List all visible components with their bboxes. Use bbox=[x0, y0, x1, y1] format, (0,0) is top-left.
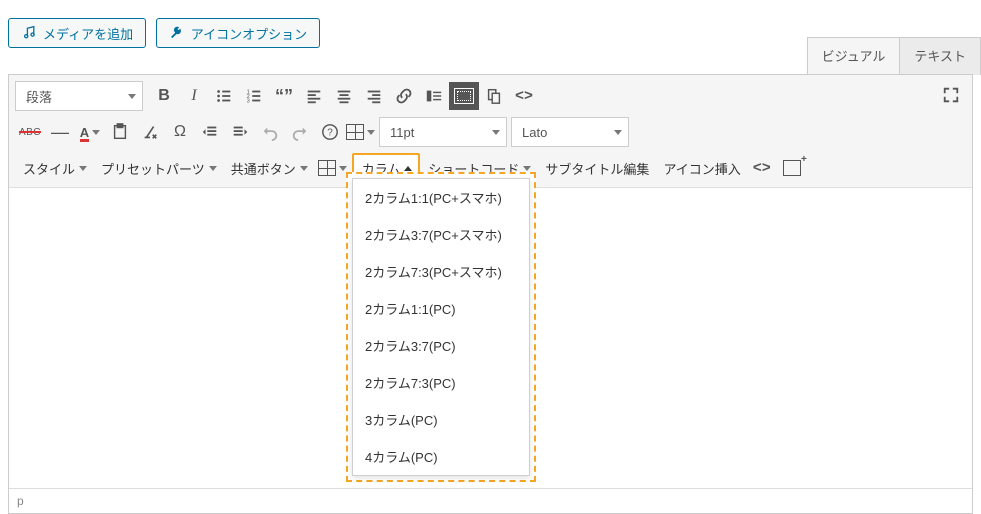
column-menu-item[interactable]: 3カラム(PC) bbox=[353, 401, 529, 438]
clear-format-button[interactable] bbox=[135, 118, 165, 146]
column-menu-item[interactable]: 2カラム7:3(PC+スマホ) bbox=[353, 253, 529, 290]
paste-button[interactable] bbox=[105, 118, 135, 146]
column-dropdown-menu-highlight: 2カラム1:1(PC+スマホ) 2カラム3:7(PC+スマホ) 2カラム7:3(… bbox=[346, 172, 536, 482]
blockquote-button[interactable]: “” bbox=[269, 82, 299, 110]
specialchar-button[interactable]: Ω bbox=[165, 118, 195, 146]
align-right-button[interactable] bbox=[359, 82, 389, 110]
ol-button[interactable]: 123 bbox=[239, 82, 269, 110]
column-menu-item[interactable]: 2カラム3:7(PC+スマホ) bbox=[353, 216, 529, 253]
column-menu-item[interactable]: 2カラム7:3(PC) bbox=[353, 364, 529, 401]
table-insert-button[interactable] bbox=[345, 118, 375, 146]
music-note-icon bbox=[21, 25, 37, 41]
chevron-down-icon bbox=[300, 166, 308, 171]
column-menu-item[interactable]: 2カラム1:1(PC) bbox=[353, 290, 529, 327]
italic-button[interactable]: I bbox=[179, 82, 209, 110]
chevron-up-icon bbox=[404, 166, 412, 171]
chevron-down-icon bbox=[367, 130, 375, 135]
chevron-down-icon bbox=[523, 166, 531, 171]
align-left-button[interactable] bbox=[299, 82, 329, 110]
table-add-button[interactable] bbox=[777, 154, 807, 182]
svg-text:?: ? bbox=[327, 128, 333, 139]
column-dropdown-menu: 2カラム1:1(PC+スマホ) 2カラム3:7(PC+スマホ) 2カラム7:3(… bbox=[352, 178, 530, 476]
code-button[interactable]: <> bbox=[509, 82, 539, 110]
chevron-down-icon bbox=[209, 166, 217, 171]
font-size-select[interactable]: 11pt bbox=[379, 117, 507, 147]
chevron-down-icon bbox=[492, 130, 500, 135]
add-media-button[interactable]: メディアを追加 bbox=[8, 18, 146, 48]
topbar: メディアを追加 アイコンオプション ビジュアル テキスト bbox=[0, 0, 981, 74]
preset-parts-dropdown[interactable]: プリセットパーツ bbox=[93, 154, 223, 182]
style-label: スタイル bbox=[23, 159, 75, 178]
column-menu-item[interactable]: 2カラム3:7(PC) bbox=[353, 327, 529, 364]
column-menu-item[interactable]: 2カラム1:1(PC+スマホ) bbox=[353, 179, 529, 216]
spellcheck-button[interactable]: ABC bbox=[15, 118, 45, 146]
font-size-value: 11pt bbox=[390, 125, 414, 140]
outdent-button[interactable] bbox=[195, 118, 225, 146]
abc-icon: ABC bbox=[19, 127, 41, 138]
link-button[interactable] bbox=[389, 82, 419, 110]
help-button[interactable]: ? bbox=[315, 118, 345, 146]
text-color-icon: A bbox=[80, 125, 89, 140]
common-button-label: 共通ボタン bbox=[231, 159, 296, 178]
subtitle-edit-label: サブタイトル編集 bbox=[545, 159, 649, 178]
paragraph-select-label: 段落 bbox=[26, 87, 52, 106]
editor-tabs: ビジュアル テキスト bbox=[808, 37, 981, 75]
fullscreen-button[interactable] bbox=[936, 81, 966, 109]
font-family-select[interactable]: Lato bbox=[511, 117, 629, 147]
undo-button[interactable] bbox=[255, 118, 285, 146]
chevron-down-icon bbox=[79, 166, 87, 171]
tab-visual[interactable]: ビジュアル bbox=[807, 37, 901, 75]
icon-option-button[interactable]: アイコンオプション bbox=[156, 18, 320, 48]
icon-option-label: アイコンオプション bbox=[191, 24, 307, 43]
page-root: メディアを追加 アイコンオプション ビジュアル テキスト 段落 B I 123 bbox=[0, 0, 981, 506]
align-center-button[interactable] bbox=[329, 82, 359, 110]
icon-insert-label: アイコン挿入 bbox=[663, 159, 740, 178]
code-button-2[interactable]: <> bbox=[747, 154, 777, 182]
svg-text:3: 3 bbox=[247, 98, 250, 104]
table-icon bbox=[318, 160, 336, 176]
chevron-down-icon bbox=[128, 94, 136, 99]
text-color-button[interactable]: A bbox=[75, 118, 105, 146]
editor-statusbar: p bbox=[9, 488, 972, 513]
column-menu-item[interactable]: 4カラム(PC) bbox=[353, 438, 529, 475]
bold-button[interactable]: B bbox=[149, 82, 179, 110]
svg-text:1: 1 bbox=[247, 89, 250, 95]
grid-icon bbox=[454, 88, 474, 104]
style-dropdown[interactable]: スタイル bbox=[15, 154, 93, 182]
paragraph-select[interactable]: 段落 bbox=[15, 81, 143, 111]
chevron-down-icon bbox=[92, 130, 100, 135]
preset-parts-label: プリセットパーツ bbox=[101, 159, 205, 178]
add-media-label: メディアを追加 bbox=[43, 24, 133, 43]
kitchensink-button[interactable] bbox=[449, 82, 479, 110]
icon-insert-button[interactable]: アイコン挿入 bbox=[655, 154, 746, 182]
common-button-dropdown[interactable]: 共通ボタン bbox=[223, 154, 314, 182]
ul-button[interactable] bbox=[209, 82, 239, 110]
hr-button[interactable]: — bbox=[45, 118, 75, 146]
svg-text:2: 2 bbox=[247, 94, 250, 100]
subtitle-edit-button[interactable]: サブタイトル編集 bbox=[537, 154, 655, 182]
indent-button[interactable] bbox=[225, 118, 255, 146]
font-family-value: Lato bbox=[522, 125, 547, 140]
redo-button[interactable] bbox=[285, 118, 315, 146]
wrench-icon bbox=[169, 25, 185, 41]
table-icon bbox=[346, 124, 364, 140]
chevron-down-icon bbox=[339, 166, 347, 171]
toolbar-row-2: ABC — A Ω ? 11pt Lato bbox=[15, 115, 968, 149]
toolbar-row-1: 段落 B I 123 “” <> bbox=[15, 79, 968, 113]
tab-text[interactable]: テキスト bbox=[899, 37, 981, 75]
copy-button[interactable] bbox=[479, 82, 509, 110]
chevron-down-icon bbox=[614, 130, 622, 135]
insert-image-button[interactable] bbox=[419, 82, 449, 110]
editor-toolbar: 段落 B I 123 “” <> ABC bbox=[9, 74, 972, 187]
table-add-icon bbox=[783, 160, 801, 176]
